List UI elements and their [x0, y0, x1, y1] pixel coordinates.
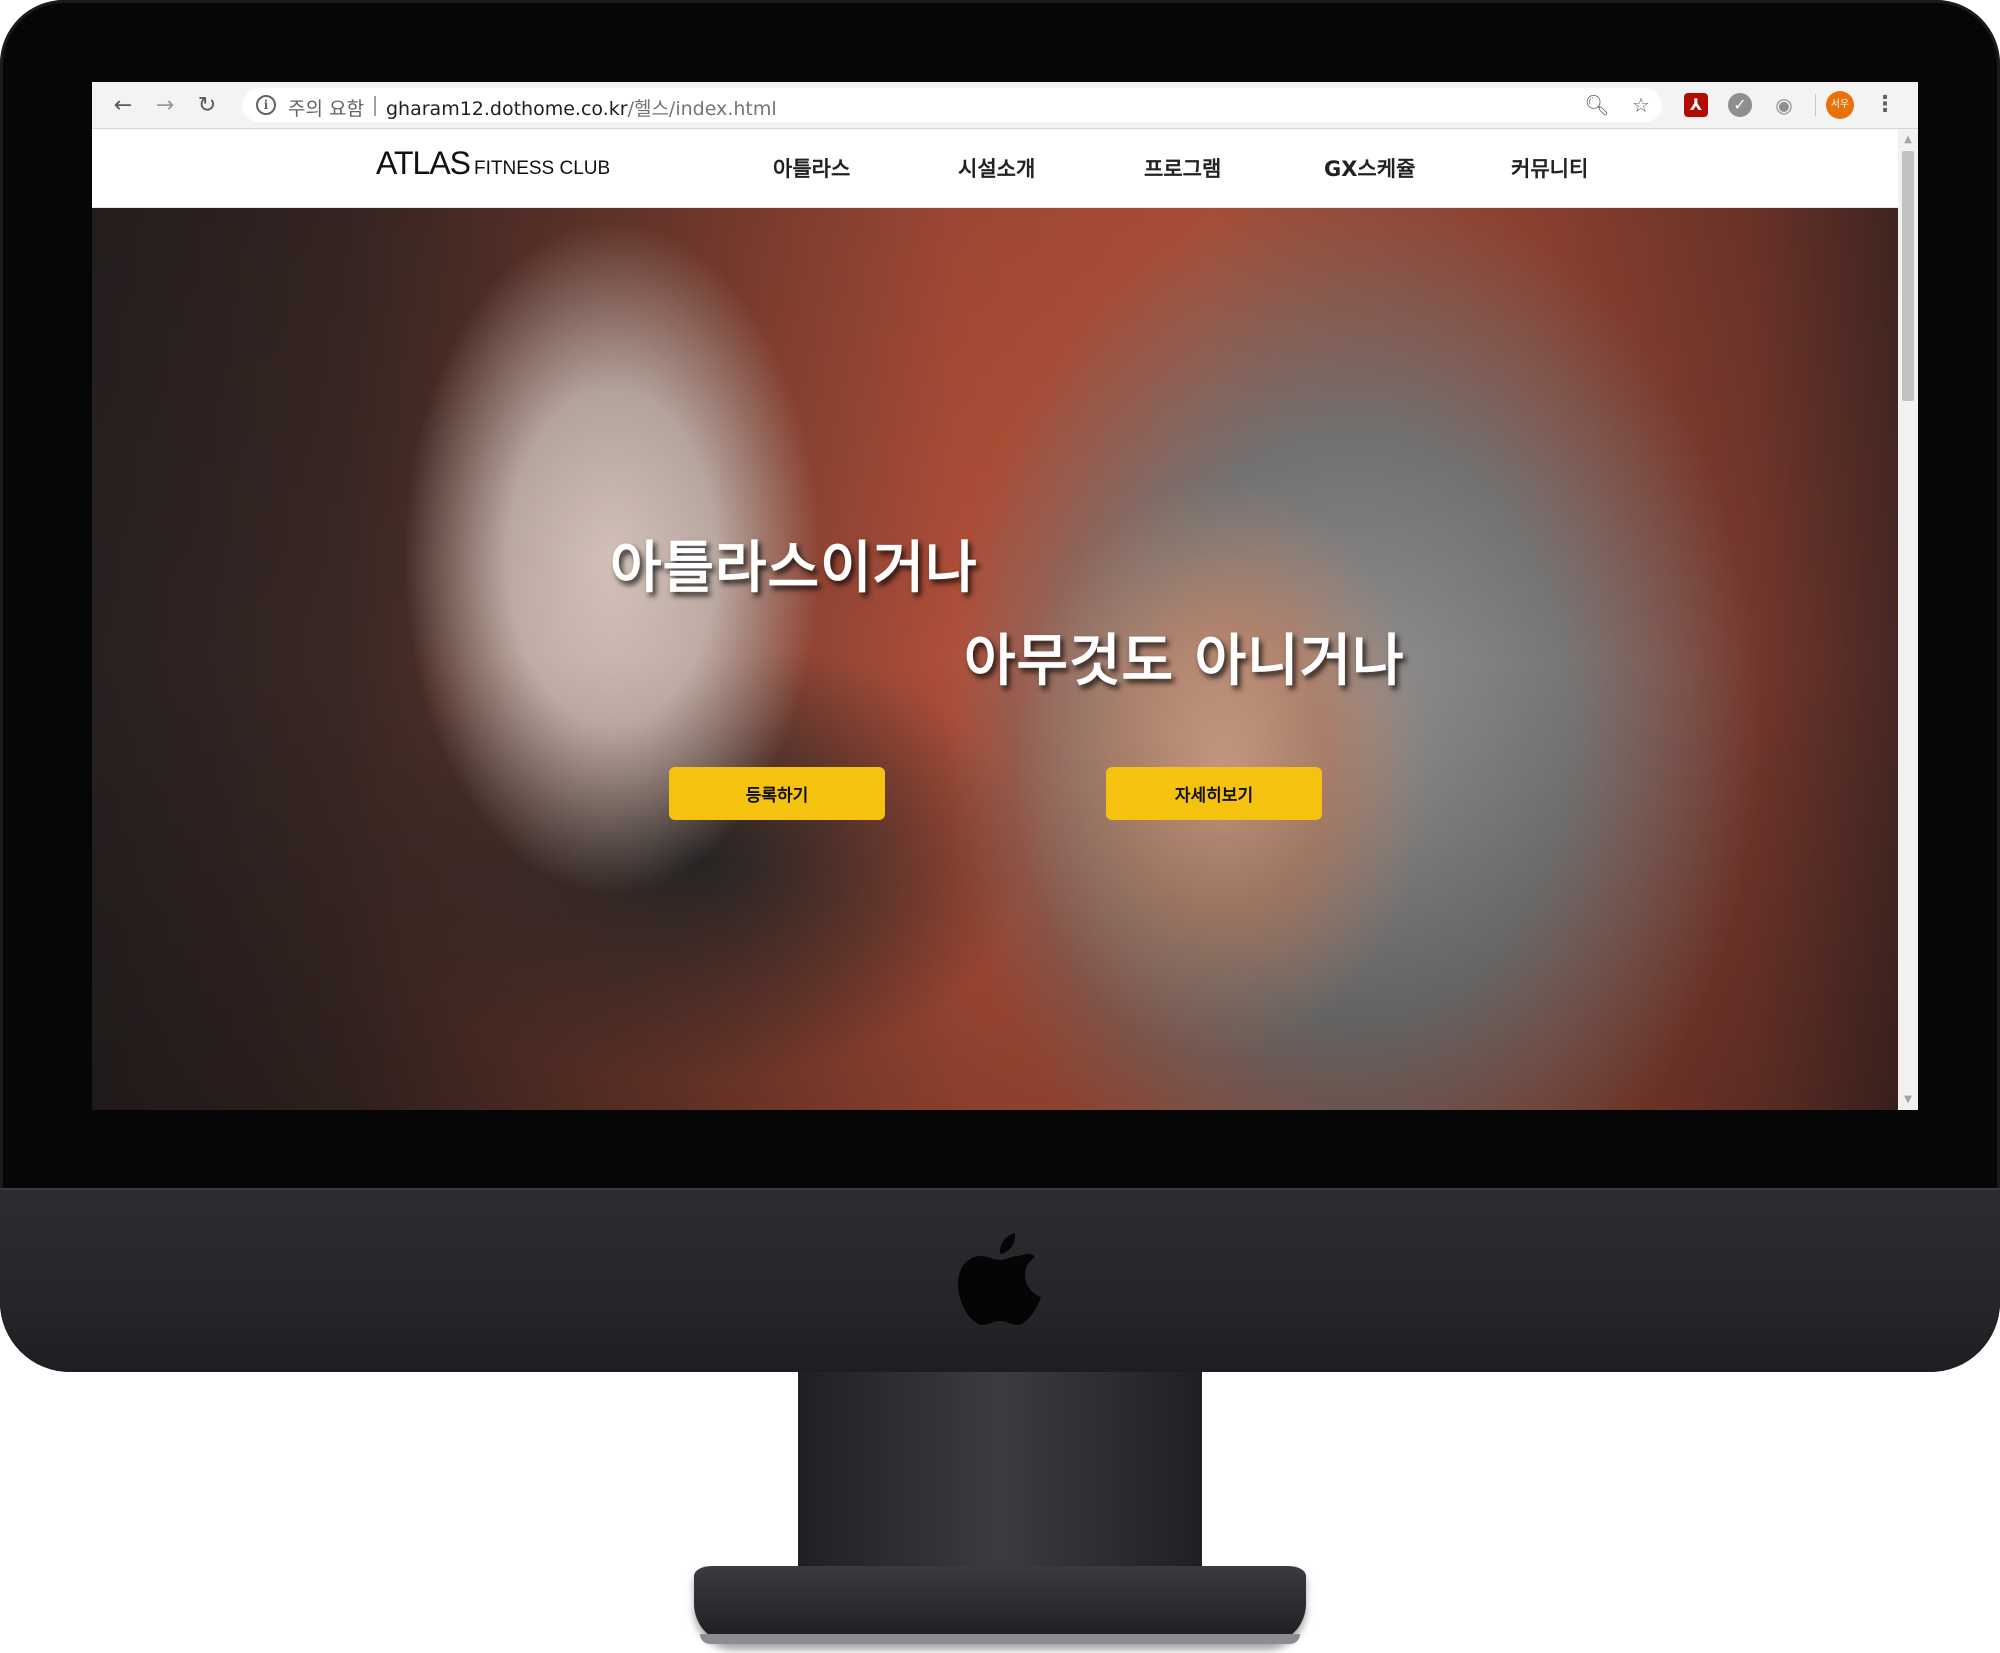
- bookmark-star-icon[interactable]: ☆: [1628, 92, 1654, 118]
- imac-stand: [798, 1372, 1202, 1584]
- imac-stand-rim: [700, 1634, 1300, 1644]
- profile-avatar[interactable]: 서우: [1826, 91, 1854, 119]
- camera-extension-icon[interactable]: ◉: [1772, 93, 1796, 117]
- scroll-down-icon[interactable]: ▼: [1902, 1093, 1914, 1107]
- imac-stand-base: [694, 1566, 1306, 1644]
- hero-headline-1: 아틀라스이거나: [610, 536, 978, 601]
- info-icon[interactable]: i: [256, 95, 276, 115]
- back-icon[interactable]: ←: [108, 90, 138, 120]
- logo-sub: FITNESS CLUB: [474, 158, 611, 179]
- web-page: ATLAS FITNESS CLUB 아틀라스 시설소개 프로그램 GX스케쥴 커…: [92, 129, 1898, 1110]
- imac-chin: [0, 1188, 2000, 1372]
- nav-item-atlas[interactable]: 아틀라스: [773, 153, 850, 183]
- nav-item-community[interactable]: 커뮤니티: [1511, 153, 1588, 183]
- reload-icon[interactable]: ↻: [192, 90, 222, 120]
- hero-banner: 아틀라스이거나 아무것도 아니거나 등록하기 자세히보기: [92, 208, 1898, 1110]
- nav-item-programs[interactable]: 프로그램: [1144, 153, 1221, 183]
- hero-headline-2: 아무것도 아니거나: [964, 629, 1405, 694]
- register-button[interactable]: 등록하기: [669, 767, 885, 820]
- imac-frame: ← → ↻ i 주의 요함 gharam12.dothome.co.kr/헬스/…: [0, 0, 2000, 1372]
- page-scrollbar[interactable]: ▲ ▼: [1898, 129, 1918, 1110]
- nav-item-facilities[interactable]: 시설소개: [958, 153, 1035, 183]
- menu-dots-icon[interactable]: ⋮: [1874, 92, 1896, 118]
- scroll-thumb[interactable]: [1902, 151, 1914, 401]
- url-text[interactable]: gharam12.dothome.co.kr/헬스/index.html: [386, 94, 777, 121]
- forward-icon[interactable]: →: [150, 90, 180, 120]
- zoom-icon[interactable]: 🔍︎: [1584, 92, 1610, 118]
- apple-logo-icon: [958, 1233, 1041, 1325]
- check-extension-icon[interactable]: ✓: [1728, 93, 1752, 117]
- security-warning: 주의 요함: [288, 98, 364, 120]
- site-logo[interactable]: ATLAS FITNESS CLUB: [376, 145, 610, 182]
- address-bar[interactable]: i 주의 요함 gharam12.dothome.co.kr/헬스/index.…: [242, 88, 1662, 122]
- browser-window: ← → ↻ i 주의 요함 gharam12.dothome.co.kr/헬스/…: [92, 82, 1918, 1110]
- separator: [374, 96, 376, 116]
- toolbar-divider: [1815, 94, 1816, 116]
- logo-main: ATLAS: [376, 145, 471, 181]
- url-domain: gharam12.dothome.co.kr: [386, 98, 628, 120]
- scroll-up-icon[interactable]: ▲: [1902, 133, 1914, 147]
- url-path: /헬스/index.html: [627, 98, 777, 120]
- browser-toolbar: ← → ↻ i 주의 요함 gharam12.dothome.co.kr/헬스/…: [92, 82, 1918, 129]
- nav-item-gx-schedule[interactable]: GX스케쥴: [1324, 153, 1415, 183]
- site-header: ATLAS FITNESS CLUB 아틀라스 시설소개 프로그램 GX스케쥴 커…: [92, 129, 1898, 208]
- pdf-extension-icon[interactable]: ⅄: [1684, 93, 1708, 117]
- details-button[interactable]: 자세히보기: [1106, 767, 1322, 820]
